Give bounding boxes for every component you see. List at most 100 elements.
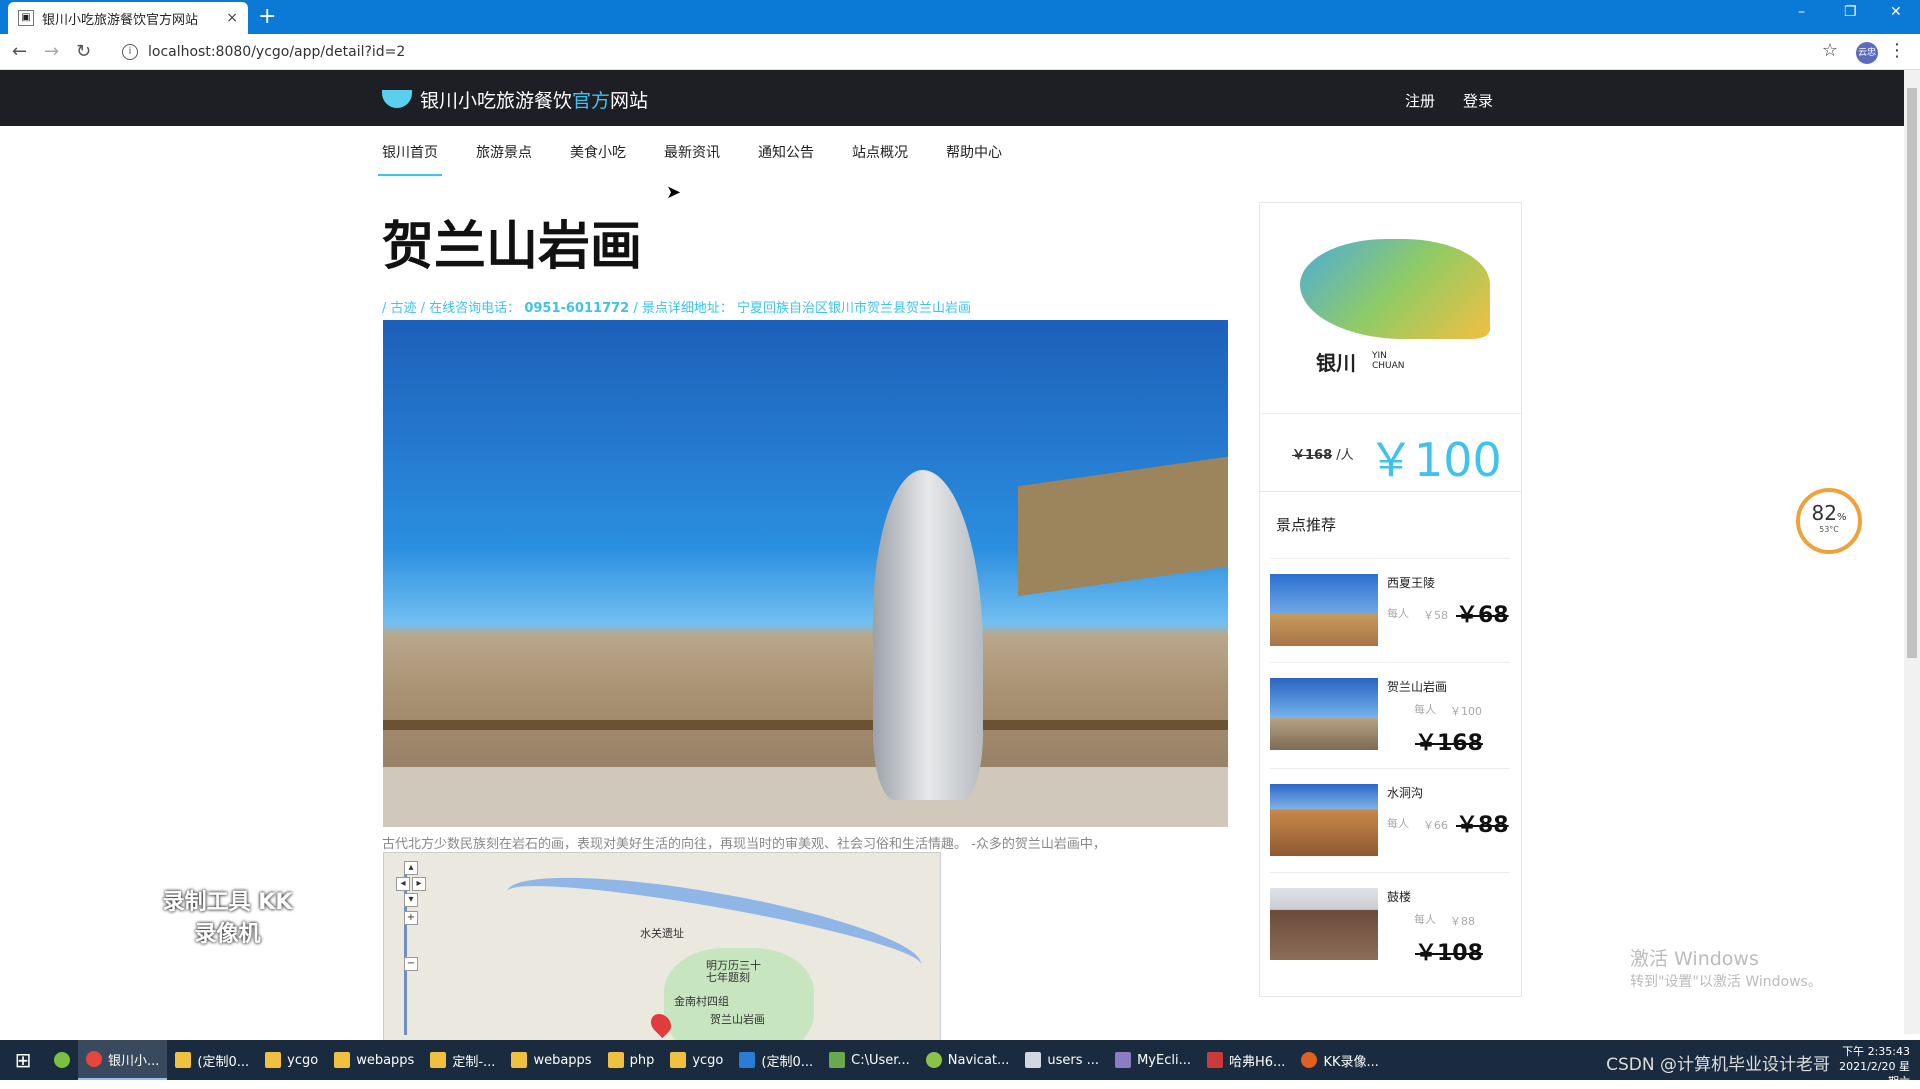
taskbar-search-icon[interactable] (46, 1040, 78, 1080)
taskbar: ⊞ 银川小... (定制0... ycgo webapps 定制-... web… (0, 1040, 1920, 1088)
browser-tab-strip: ▣ 银川小吃旅游餐饮官方网站 × + – ❐ ✕ (0, 0, 1920, 34)
minimize-button[interactable]: – (1798, 4, 1805, 20)
mouse-cursor-icon: ➤ (666, 182, 682, 203)
taskbar-item[interactable]: (定制0... (167, 1040, 257, 1080)
map-label: 七年题刻 (706, 971, 750, 984)
tab-close-button[interactable]: × (226, 10, 238, 26)
clock-date: 2021/2/20 星期六 (1839, 1060, 1910, 1088)
recommendation-price: ￥108 (1415, 941, 1483, 966)
map-zoom-out-button[interactable]: − (404, 957, 418, 971)
location-map[interactable]: ▴ ◂ ▸ ▾ + − 水关遗址 明万历三十 七年题刻 金南村四组 贺兰山岩画 (383, 852, 941, 1042)
city-logo-icon (1300, 239, 1490, 339)
recommendation-sale: ￥100 (1450, 705, 1482, 718)
recommendation-thumbnail[interactable] (1270, 678, 1378, 750)
nav-item-food[interactable]: 美食小吃 (570, 126, 626, 174)
performance-gauge[interactable]: 82% 53°C (1796, 488, 1862, 554)
clock[interactable]: 下午 2:35:43 2021/2/20 星期六 (1830, 1044, 1910, 1089)
browser-toolbar: ← → ↻ i localhost:8080/ycgo/app/detail?i… (0, 34, 1920, 70)
back-arrow-icon[interactable]: ← (12, 41, 27, 62)
close-window-button[interactable]: ✕ (1890, 4, 1902, 20)
recommendation-thumbnail[interactable] (1270, 784, 1378, 856)
page-title: 贺兰山岩画 (382, 216, 643, 277)
bookmark-star-icon[interactable]: ☆ (1822, 40, 1838, 61)
browser-tab[interactable]: ▣ 银川小吃旅游餐饮官方网站 × (8, 2, 248, 34)
map-pan-right-button[interactable]: ▸ (412, 877, 426, 891)
taskbar-item[interactable]: MyEcli... (1107, 1040, 1199, 1080)
taskbar-item[interactable]: C:\User... (821, 1040, 918, 1080)
recommendation-per: 每人 (1387, 607, 1409, 620)
new-tab-button[interactable]: + (258, 4, 276, 29)
recommendation-name[interactable]: 水洞沟 (1387, 784, 1423, 801)
taskbar-item[interactable]: users ... (1017, 1040, 1107, 1080)
scrollbar-thumb[interactable] (1907, 88, 1917, 658)
recommendation-name[interactable]: 西夏王陵 (1387, 574, 1435, 591)
map-pan-up-button[interactable]: ▴ (404, 861, 418, 875)
hero-image (383, 320, 1228, 827)
nav-item-help[interactable]: 帮助中心 (946, 126, 1002, 174)
meta-mid: / 景点详细地址： (633, 301, 733, 316)
windows-activation-notice: 激活 Windows 转到"设置"以激活 Windows。 (1630, 944, 1822, 991)
taskbar-item[interactable]: webapps (326, 1040, 422, 1080)
recommendation-sale: ￥88 (1450, 915, 1475, 928)
detail-description: 古代北方少数民族刻在岩石的画，表现对美好生活的向往，再现当时的审美观、社会习俗和… (382, 837, 1106, 852)
taskbar-item[interactable]: webapps (503, 1040, 599, 1080)
recommendation-sale: ￥58 (1423, 609, 1448, 622)
windows-start-icon[interactable]: ⊞ (0, 1040, 46, 1080)
activate-subtitle: 转到"设置"以激活 Windows。 (1630, 974, 1822, 990)
taskbar-item[interactable]: 银川小... (78, 1040, 168, 1080)
nav-item-attractions[interactable]: 旅游景点 (476, 126, 532, 174)
recommendation-per: 每人 (1414, 913, 1436, 926)
nav-item-home[interactable]: 银川首页 (378, 126, 442, 176)
map-label: 金南村四组 (674, 995, 729, 1008)
meta-prefix: / 古迹 / 在线咨询电话： (382, 301, 521, 316)
nav-item-news[interactable]: 最新资讯 (664, 126, 720, 174)
recommendation-price: ￥88 (1456, 813, 1509, 838)
recommendation-sale: ￥66 (1423, 819, 1448, 832)
gauge-temperature: 53°C (1819, 525, 1839, 534)
taskbar-item[interactable]: ycgo (257, 1040, 326, 1080)
site-title-main: 银川小吃旅游餐饮 (420, 90, 573, 112)
recommendation-item[interactable]: 鼓楼 每人 ￥88 ￥108 (1270, 872, 1510, 972)
taskbar-item[interactable]: Navicat... (918, 1040, 1018, 1080)
browser-menu-icon[interactable]: ⋮ (1888, 40, 1906, 61)
page-scrollbar[interactable] (1904, 70, 1920, 1034)
address-bar[interactable]: i localhost:8080/ycgo/app/detail?id=2 (112, 38, 1812, 66)
map-label: 贺兰山岩画 (710, 1013, 765, 1026)
recommendation-item[interactable]: 西夏王陵 每人 ￥58 ￥68 (1270, 558, 1510, 658)
register-link[interactable]: 注册 (1405, 90, 1435, 111)
taskbar-item[interactable]: (定制0... (731, 1040, 821, 1080)
recommendation-per: 每人 (1414, 703, 1436, 716)
recommendation-price: ￥68 (1456, 603, 1509, 628)
restore-button[interactable]: ❐ (1844, 4, 1857, 20)
recommendation-thumbnail[interactable] (1270, 888, 1378, 960)
info-icon[interactable]: i (122, 44, 138, 60)
forward-arrow-icon[interactable]: → (44, 41, 59, 62)
recommendation-thumbnail[interactable] (1270, 574, 1378, 646)
taskbar-item[interactable]: 定制-... (422, 1040, 503, 1080)
taskbar-item[interactable]: php (600, 1040, 663, 1080)
profile-avatar[interactable]: 云忠 (1856, 42, 1878, 64)
map-zoom-in-button[interactable]: + (404, 911, 418, 925)
recommendation-card: 景点推荐 西夏王陵 每人 ￥58 ￥68 贺兰山岩画 每人 ￥100 ￥168 … (1259, 492, 1522, 997)
nav-item-about[interactable]: 站点概况 (852, 126, 908, 174)
recorder-watermark: 录制工具 KK录像机 (162, 890, 293, 947)
recommendation-item[interactable]: 水洞沟 每人 ￥66 ￥88 (1270, 768, 1510, 868)
url-text: localhost:8080/ycgo/app/detail?id=2 (148, 44, 406, 60)
recommendation-price: ￥168 (1415, 731, 1483, 756)
recommendation-item[interactable]: 贺兰山岩画 每人 ￥100 ￥168 (1270, 662, 1510, 762)
site-logo-icon[interactable] (382, 90, 412, 108)
logo-text: 银川 (1316, 351, 1356, 375)
site-title[interactable]: 银川小吃旅游餐饮官方网站 (420, 86, 648, 113)
reload-icon[interactable]: ↻ (76, 41, 91, 62)
nav-item-notices[interactable]: 通知公告 (758, 126, 814, 174)
recommendation-name[interactable]: 鼓楼 (1387, 888, 1411, 905)
taskbar-item[interactable]: 哈弗H6... (1199, 1040, 1293, 1080)
tab-title: 银川小吃旅游餐饮官方网站 (42, 12, 199, 28)
map-pan-down-button[interactable]: ▾ (404, 893, 418, 907)
recommendation-name[interactable]: 贺兰山岩画 (1387, 678, 1447, 695)
map-pan-left-button[interactable]: ◂ (396, 877, 410, 891)
site-header: 银川小吃旅游餐饮官方网站 注册 登录 (0, 70, 1904, 126)
login-link[interactable]: 登录 (1463, 90, 1493, 111)
taskbar-item[interactable]: ycgo (662, 1040, 731, 1080)
taskbar-item[interactable]: KK录像... (1293, 1040, 1386, 1080)
